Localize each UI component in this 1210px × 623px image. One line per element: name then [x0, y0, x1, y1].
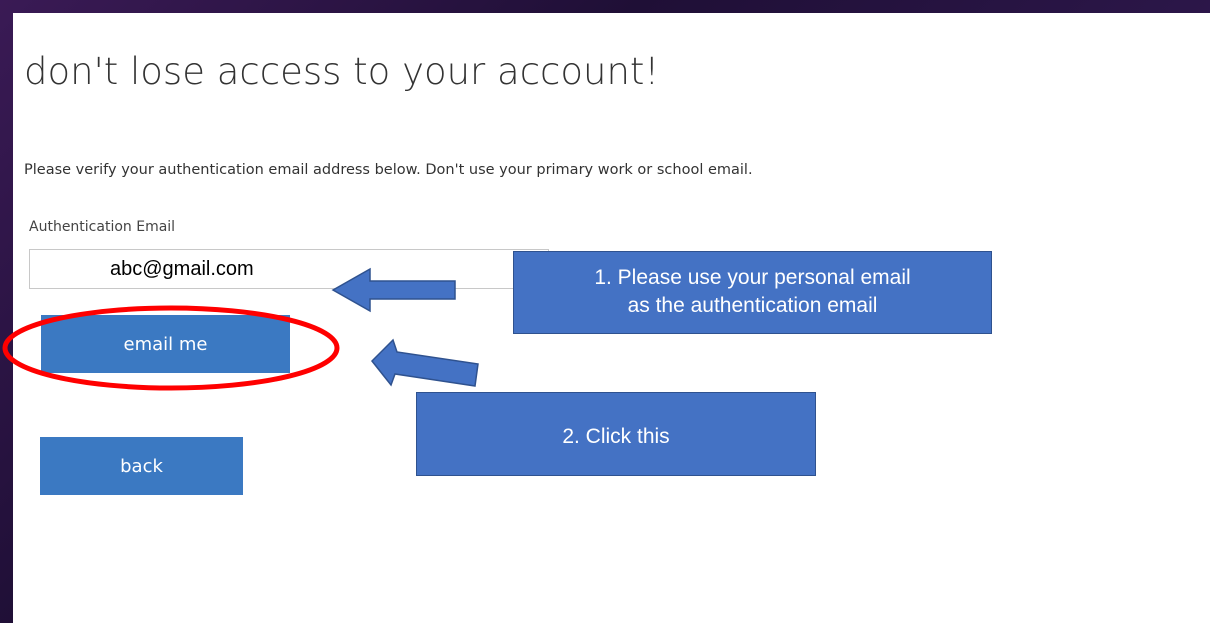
email-me-button[interactable]: email me — [41, 315, 290, 373]
back-button[interactable]: back — [40, 437, 243, 495]
authentication-email-label: Authentication Email — [29, 219, 176, 235]
callout-personal-email: 1. Please use your personal email as the… — [513, 251, 992, 334]
page-title: don't lose access to your account! — [24, 50, 660, 93]
page-description: Please verify your authentication email … — [24, 162, 753, 178]
callout-1-line-1: 1. Please use your personal email — [594, 266, 911, 289]
callout-1-line-2: as the authentication email — [627, 294, 878, 317]
authentication-email-input[interactable] — [29, 249, 549, 289]
callout-click-this: 2. Click this — [416, 392, 816, 476]
callout-2-text: 2. Click this — [562, 425, 670, 448]
